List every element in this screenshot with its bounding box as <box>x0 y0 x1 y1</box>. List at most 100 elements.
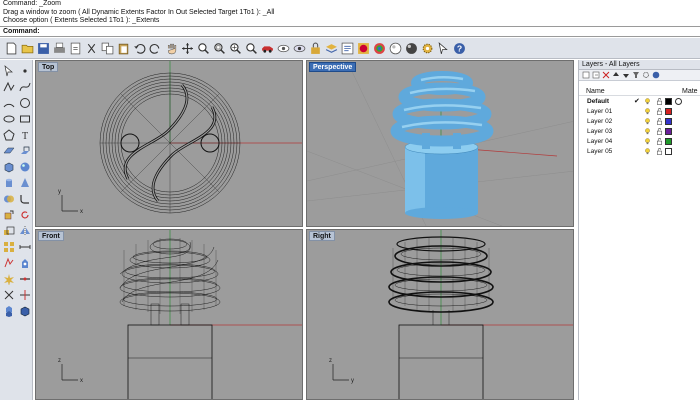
visibility-bulb-icon[interactable] <box>641 137 653 145</box>
move-icon[interactable] <box>1 207 16 222</box>
visibility-bulb-icon[interactable] <box>641 147 653 155</box>
circle-icon[interactable] <box>17 95 32 110</box>
car-icon[interactable] <box>260 41 275 56</box>
new-layer-icon[interactable] <box>582 71 590 79</box>
mirror-icon[interactable] <box>17 223 32 238</box>
help-icon[interactable]: ? <box>452 41 467 56</box>
filter-icon[interactable] <box>632 71 640 79</box>
layer-color-swatch[interactable] <box>665 127 672 135</box>
layer-name[interactable]: Layer 04 <box>587 138 634 145</box>
settings-gear-icon[interactable] <box>420 41 435 56</box>
rectangle-icon[interactable] <box>17 111 32 126</box>
box-icon[interactable] <box>1 159 16 174</box>
visibility-bulb-icon[interactable] <box>641 127 653 135</box>
layer-row[interactable]: Layer 02 <box>579 116 700 126</box>
layer-color-swatch[interactable] <box>665 137 672 145</box>
block-icon[interactable] <box>17 303 32 318</box>
redo-icon[interactable] <box>148 41 163 56</box>
lock-icon[interactable] <box>653 107 665 115</box>
cut-icon[interactable] <box>84 41 99 56</box>
pan-hand-icon[interactable] <box>164 41 179 56</box>
viewport-title-front[interactable]: Front <box>38 231 64 241</box>
rotate-icon[interactable] <box>17 207 32 222</box>
paste-icon[interactable] <box>116 41 131 56</box>
layer-name[interactable]: Default <box>587 98 634 105</box>
zoom-selected-icon[interactable] <box>244 41 259 56</box>
analyze-icon[interactable] <box>1 255 16 270</box>
lock-icon[interactable] <box>308 41 323 56</box>
open-icon[interactable] <box>20 41 35 56</box>
zoom-icon[interactable] <box>196 41 211 56</box>
layer-row[interactable]: Layer 03 <box>579 126 700 136</box>
dimension-icon[interactable] <box>17 239 32 254</box>
layer-color-swatch[interactable] <box>665 147 672 155</box>
text-icon[interactable]: T <box>17 127 32 142</box>
move-up-icon[interactable] <box>612 71 620 79</box>
import-icon[interactable] <box>68 41 83 56</box>
sphere-icon[interactable] <box>17 159 32 174</box>
viewport-front[interactable]: x z Front <box>35 229 303 400</box>
layer-color-swatch[interactable] <box>665 117 672 125</box>
layer-settings-icon[interactable] <box>642 71 650 79</box>
environment-icon[interactable] <box>388 41 403 56</box>
viewport-perspective[interactable]: Perspective <box>306 60 574 227</box>
save-icon[interactable] <box>36 41 51 56</box>
current-layer-check-icon[interactable]: ✔ <box>634 97 641 105</box>
lock-icon[interactable] <box>653 117 665 125</box>
surface-icon[interactable] <box>1 143 16 158</box>
render-sphere-icon[interactable] <box>356 41 371 56</box>
trim-icon[interactable] <box>1 287 16 302</box>
layer-name[interactable]: Layer 01 <box>587 108 634 115</box>
visibility-bulb-icon[interactable] <box>641 107 653 115</box>
boolean-icon[interactable] <box>1 191 16 206</box>
zoom-window-icon[interactable] <box>212 41 227 56</box>
lock-icon[interactable] <box>653 147 665 155</box>
copy-icon[interactable] <box>100 41 115 56</box>
layer-row[interactable]: Layer 01 <box>579 106 700 116</box>
layer-name[interactable]: Layer 05 <box>587 148 634 155</box>
join-icon[interactable] <box>17 271 32 286</box>
explode-icon[interactable] <box>1 271 16 286</box>
delete-layer-icon[interactable] <box>602 71 610 79</box>
new-icon[interactable] <box>4 41 19 56</box>
pointer-icon[interactable] <box>1 63 16 78</box>
undo-icon[interactable] <box>132 41 147 56</box>
new-sublayer-icon[interactable] <box>592 71 600 79</box>
layer-icon[interactable] <box>324 41 339 56</box>
layer-row[interactable]: Default ✔ <box>579 96 700 106</box>
split-icon[interactable] <box>17 287 32 302</box>
curve-icon[interactable] <box>17 79 32 94</box>
command-prompt[interactable]: Command: <box>0 26 700 37</box>
layer-name[interactable]: Layer 02 <box>587 118 634 125</box>
viewport-title-top[interactable]: Top <box>38 62 59 72</box>
zoom-extents-icon[interactable] <box>228 41 243 56</box>
polyline-icon[interactable] <box>1 79 16 94</box>
material-icon[interactable] <box>372 41 387 56</box>
viewport-title-perspective[interactable]: Perspective <box>309 62 357 72</box>
lock-icon[interactable] <box>653 97 665 105</box>
ellipse-icon[interactable] <box>1 111 16 126</box>
help-icon[interactable] <box>652 71 660 79</box>
column-material[interactable]: Mate <box>682 88 698 95</box>
cone-icon[interactable] <box>17 175 32 190</box>
group-icon[interactable] <box>1 303 16 318</box>
lock-icon[interactable] <box>653 137 665 145</box>
point-icon[interactable] <box>17 63 32 78</box>
hide-icon[interactable] <box>276 41 291 56</box>
render-icon[interactable] <box>17 255 32 270</box>
move-down-icon[interactable] <box>622 71 630 79</box>
scale-icon[interactable] <box>1 223 16 238</box>
select-icon[interactable] <box>436 41 451 56</box>
polygon-icon[interactable] <box>1 127 16 142</box>
light-icon[interactable] <box>404 41 419 56</box>
properties-icon[interactable] <box>340 41 355 56</box>
cylinder-icon[interactable] <box>1 175 16 190</box>
extrude-icon[interactable] <box>17 143 32 158</box>
column-name[interactable]: Name <box>586 88 682 95</box>
viewport-title-right[interactable]: Right <box>309 231 335 241</box>
layer-material-swatch[interactable] <box>675 97 682 105</box>
visibility-bulb-icon[interactable] <box>641 97 653 105</box>
show-icon[interactable] <box>292 41 307 56</box>
viewport-top[interactable]: x y Top <box>35 60 303 227</box>
rotate-view-icon[interactable] <box>180 41 195 56</box>
